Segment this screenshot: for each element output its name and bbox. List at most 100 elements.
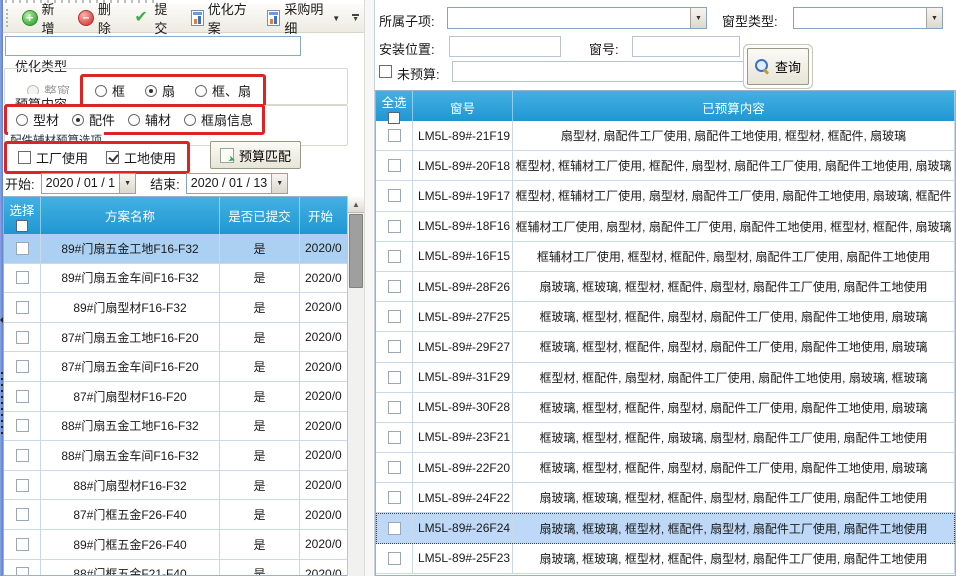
plan-table-row[interactable]: 87#门扇五金工地F16-F20是2020/0 [4, 323, 363, 353]
window-table-row[interactable]: LM5L-89#-29F27框玻璃, 框型材, 框配件, 扇型材, 扇配件工厂使… [376, 332, 955, 362]
row-checkbox[interactable] [388, 371, 401, 384]
window-table-row[interactable]: LM5L-89#-28F26扇玻璃, 框玻璃, 框型材, 框配件, 扇型材, 扇… [376, 272, 955, 302]
row-checkbox[interactable] [16, 242, 29, 255]
row-checkbox[interactable] [388, 401, 401, 414]
window-table-row[interactable]: LM5L-89#-24F22扇玻璃, 框玻璃, 框型材, 框配件, 扇型材, 扇… [376, 483, 955, 513]
radio-icon[interactable] [128, 114, 140, 126]
row-checkbox[interactable] [16, 479, 29, 492]
row-checkbox[interactable] [388, 340, 401, 353]
unbudgeted-input[interactable] [452, 61, 782, 82]
row-checkbox[interactable] [16, 301, 29, 314]
radio-option-3[interactable]: 框、扇 [195, 81, 251, 100]
row-checkbox[interactable] [388, 220, 401, 233]
window-table-row[interactable]: LM5L-89#-25F23扇玻璃, 框玻璃, 框型材, 框配件, 扇型材, 扇… [376, 544, 955, 574]
radio-option-0[interactable]: 型材 [16, 110, 59, 129]
toolbar-button-submit[interactable]: 提交 [127, 0, 181, 40]
end-date-dropdown-button[interactable]: ▼ [271, 174, 287, 193]
plan-table-row[interactable]: 89#门扇五金工地F16-F32是2020/0 [4, 234, 363, 264]
row-checkbox[interactable] [16, 538, 29, 551]
row-checkbox[interactable] [16, 271, 29, 284]
row-checkbox[interactable] [388, 431, 401, 444]
window-table-row[interactable]: LM5L-89#-18F16框辅材工厂使用, 扇型材, 扇配件工厂使用, 扇配件… [376, 212, 955, 242]
radio-option-1[interactable]: 框 [95, 81, 125, 100]
row-checkbox[interactable] [16, 331, 29, 344]
window-no-column-header[interactable]: 窗号 [413, 91, 513, 124]
plan-table-row[interactable]: 87#门框五金F26-F40是2020/0 [4, 500, 363, 530]
radio-option-3[interactable]: 框扇信息 [184, 110, 253, 129]
window-table-row[interactable]: LM5L-89#-16F15框辅材工厂使用, 框型材, 框配件, 扇型材, 扇配… [376, 242, 955, 272]
budget-match-button[interactable]: 预算匹配 [210, 141, 301, 169]
row-checkbox[interactable] [388, 280, 401, 293]
radio-icon[interactable] [16, 114, 28, 126]
plan-filter-input[interactable] [5, 36, 301, 56]
toolbar-button-optimize-plan[interactable]: 优化方案 [184, 0, 259, 40]
plan-table-row[interactable]: 88#门框五金F21-F40是2020/0 [4, 560, 363, 576]
plan-table-row[interactable]: 88#门扇五金工地F16-F32是2020/0 [4, 412, 363, 442]
checkbox-icon[interactable] [106, 151, 119, 164]
window-table-row[interactable]: LM5L-89#-21F19扇型材, 扇配件工厂使用, 扇配件工地使用, 框型材… [376, 121, 955, 151]
plan-table-row[interactable]: 89#门扇五金车间F16-F32是2020/0 [4, 264, 363, 294]
unbudgeted-checkbox[interactable] [379, 65, 392, 78]
query-button[interactable]: 查询 [747, 48, 809, 85]
plan-table-row[interactable]: 88#门扇型材F16-F32是2020/0 [4, 471, 363, 501]
plan-table-row[interactable]: 87#门扇型材F16-F20是2020/0 [4, 382, 363, 412]
row-checkbox[interactable] [16, 419, 29, 432]
select-all-windows-checkbox[interactable] [388, 112, 400, 124]
scroll-up-button[interactable]: ▲ [348, 196, 364, 213]
row-checkbox[interactable] [16, 390, 29, 403]
row-checkbox[interactable] [388, 250, 401, 263]
end-date-picker[interactable]: 2020 / 01 / 13 ▼ [186, 173, 288, 194]
window-table-row[interactable]: LM5L-89#-22F20框玻璃, 框型材, 框配件, 扇型材, 扇配件工厂使… [376, 453, 955, 483]
radio-icon[interactable] [145, 85, 157, 97]
panel-splitter[interactable] [364, 0, 375, 576]
row-checkbox[interactable] [388, 461, 401, 474]
row-checkbox[interactable] [388, 491, 401, 504]
checkbox-icon[interactable] [18, 151, 31, 164]
radio-option-1[interactable]: 配件 [72, 110, 115, 129]
row-checkbox[interactable] [388, 552, 401, 565]
row-checkbox[interactable] [16, 567, 29, 576]
window-table-row[interactable]: LM5L-89#-23F21框玻璃, 框型材, 框配件, 扇玻璃, 扇型材, 扇… [376, 423, 955, 453]
select-all-plans-checkbox[interactable] [16, 220, 28, 232]
row-checkbox[interactable] [388, 129, 401, 142]
window-table-row[interactable]: LM5L-89#-27F25框玻璃, 框型材, 框配件, 扇型材, 扇配件工厂使… [376, 302, 955, 332]
plan-name-column-header[interactable]: 方案名称 [41, 197, 220, 234]
scrollbar-thumb[interactable] [349, 214, 363, 288]
window-table-row[interactable]: LM5L-89#-19F17框型材, 框辅材工厂使用, 扇型材, 扇配件工厂使用… [376, 181, 955, 211]
window-table-row[interactable]: LM5L-89#-26F24扇玻璃, 框玻璃, 框型材, 框配件, 扇型材, 扇… [376, 513, 955, 543]
row-checkbox[interactable] [16, 508, 29, 521]
plan-table-row[interactable]: 87#门扇五金车间F16-F20是2020/0 [4, 352, 363, 382]
radio-icon[interactable] [184, 114, 196, 126]
plan-table-row[interactable]: 88#门扇五金车间F16-F32是2020/0 [4, 441, 363, 471]
plan-table-row[interactable]: 89#门扇型材F16-F32是2020/0 [4, 293, 363, 323]
toolbar-button-new[interactable]: 新增 [15, 0, 69, 40]
plan-table-scrollbar[interactable]: ▲ [347, 196, 364, 576]
window-type-combobox[interactable]: ▼ [793, 7, 943, 29]
radio-icon[interactable] [95, 85, 107, 97]
row-checkbox[interactable] [388, 189, 401, 202]
checkbox-option-0[interactable]: 工厂使用 [18, 148, 88, 167]
sub-item-combobox[interactable]: ▼ [447, 7, 707, 29]
row-checkbox[interactable] [388, 522, 401, 535]
radio-option-2[interactable]: 辅材 [128, 110, 171, 129]
window-table-row[interactable]: LM5L-89#-30F28框玻璃, 框型材, 框配件, 扇型材, 扇配件工厂使… [376, 393, 955, 423]
toolbar-button-purchase-detail[interactable]: 采购明细▼ [260, 0, 347, 40]
row-checkbox[interactable] [388, 310, 401, 323]
install-position-input[interactable] [449, 36, 561, 57]
row-checkbox[interactable] [16, 360, 29, 373]
radio-icon[interactable] [72, 114, 84, 126]
radio-option-2[interactable]: 扇 [145, 81, 175, 100]
start-date-dropdown-button[interactable]: ▼ [119, 174, 135, 193]
toolbar-overflow-button[interactable]: ▼ [349, 11, 362, 25]
plan-submitted-column-header[interactable]: 是否已提交 [220, 197, 300, 234]
window-table-row[interactable]: LM5L-89#-31F29框型材, 框配件, 扇型材, 扇配件工厂使用, 扇配… [376, 363, 955, 393]
start-date-picker[interactable]: 2020 / 01 / 1 ▼ [41, 173, 137, 194]
window-no-input[interactable] [632, 36, 740, 57]
toolbar-button-delete[interactable]: 删除 [71, 0, 125, 40]
window-type-dropdown-button[interactable]: ▼ [926, 8, 942, 28]
plan-table-row[interactable]: 89#门框五金F26-F40是2020/0 [4, 530, 363, 560]
radio-icon[interactable] [195, 85, 207, 97]
checkbox-option-1[interactable]: 工地使用 [106, 148, 176, 167]
sub-item-dropdown-button[interactable]: ▼ [690, 8, 706, 28]
budgeted-content-column-header[interactable]: 已预算内容 [513, 91, 955, 124]
